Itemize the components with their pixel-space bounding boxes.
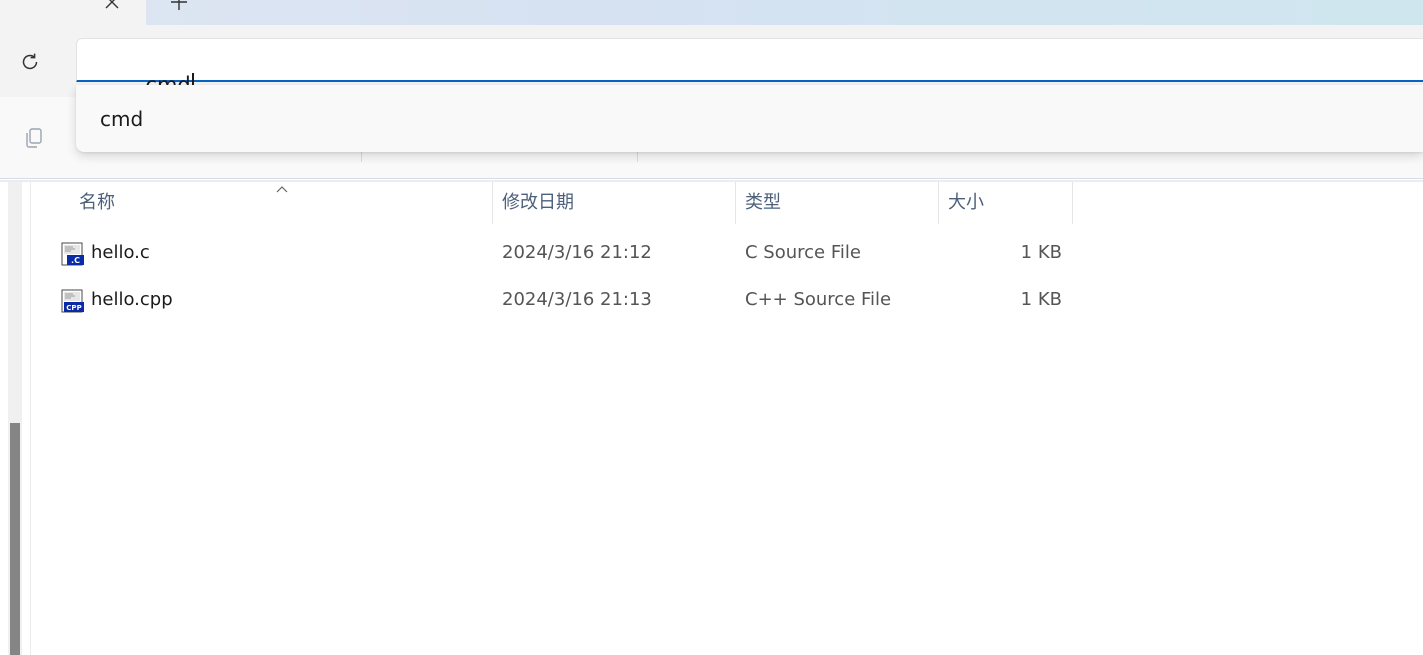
- sort-ascending-icon: [275, 179, 289, 193]
- column-divider[interactable]: [938, 182, 939, 224]
- refresh-button[interactable]: [14, 46, 46, 78]
- file-type: C++ Source File: [745, 289, 892, 310]
- copy-button[interactable]: [20, 124, 48, 152]
- address-input[interactable]: cmd: [76, 38, 1423, 97]
- file-size: 1 KB: [1020, 242, 1062, 263]
- close-icon[interactable]: [101, 0, 123, 13]
- file-date-modified: 2024/3/16 21:12: [502, 242, 652, 263]
- svg-text:.C: .C: [71, 256, 80, 265]
- file-explorer-window: cmd cmd 名称: [0, 0, 1423, 655]
- file-row[interactable]: CPP hello.cpp 2024/3/16 21:13 C++ Source…: [31, 279, 1423, 323]
- column-divider[interactable]: [735, 182, 736, 224]
- address-suggestions-dropdown: cmd: [76, 85, 1423, 152]
- column-header-size[interactable]: 大小: [948, 182, 1072, 224]
- file-size: 1 KB: [1020, 289, 1062, 310]
- column-divider[interactable]: [492, 182, 493, 224]
- file-name: hello.cpp: [91, 289, 173, 310]
- column-header-label: 修改日期: [502, 192, 574, 213]
- file-list: 名称 修改日期 类型 大小 .C hello.c 2024/3/16 21:12…: [31, 182, 1423, 655]
- cpp-source-file-icon: CPP: [61, 289, 85, 313]
- c-source-file-icon: .C: [61, 242, 85, 266]
- column-header-label: 名称: [79, 192, 115, 213]
- refresh-icon: [22, 53, 38, 70]
- column-header-label: 类型: [745, 192, 781, 213]
- file-type: C Source File: [745, 242, 861, 263]
- toolbar-separator: [361, 152, 362, 162]
- nav-pane-edge-fragment: [0, 535, 5, 549]
- svg-text:CPP: CPP: [66, 304, 81, 312]
- active-tab[interactable]: [0, 0, 146, 25]
- column-header-date-modified[interactable]: 修改日期: [502, 182, 735, 224]
- suggestion-label: cmd: [100, 107, 144, 131]
- file-row[interactable]: .C hello.c 2024/3/16 21:12 C Source File…: [31, 232, 1423, 276]
- plus-icon[interactable]: [168, 0, 190, 13]
- navigation-pane: [0, 182, 31, 655]
- file-name: hello.c: [91, 242, 150, 263]
- copy-icon: [26, 128, 42, 148]
- file-date-modified: 2024/3/16 21:13: [502, 289, 652, 310]
- column-header-type[interactable]: 类型: [745, 182, 938, 224]
- column-divider[interactable]: [1072, 182, 1073, 224]
- suggestion-item[interactable]: cmd: [76, 85, 1423, 152]
- nav-scrollbar-thumb[interactable]: [10, 423, 20, 655]
- column-header-label: 大小: [948, 192, 984, 213]
- toolbar-separator: [637, 152, 638, 162]
- tab-strip: [0, 0, 1423, 25]
